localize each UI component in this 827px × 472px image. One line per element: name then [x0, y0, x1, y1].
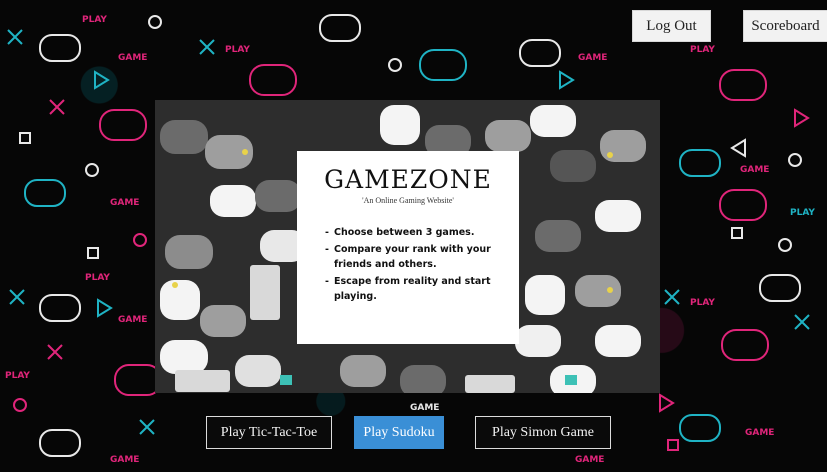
game-sticker: GAME: [118, 53, 147, 63]
gamepad-icon: [210, 185, 256, 217]
gamepad-icon: [595, 200, 641, 232]
game-sticker: GAME: [410, 403, 439, 413]
triangle-icon: [559, 70, 575, 90]
gamepad-icon: [255, 180, 301, 212]
logout-button[interactable]: Log Out: [632, 10, 711, 42]
gamepad-icon: [235, 355, 281, 387]
gamepad-icon: [485, 120, 531, 152]
play-sticker: PLAY: [85, 273, 110, 283]
game-sticker: GAME: [110, 455, 139, 465]
gamepad-icon: [200, 305, 246, 337]
gamepad-icon: [39, 429, 81, 457]
play-sticker: PLAY: [225, 45, 250, 55]
gamepad-icon: [165, 235, 213, 269]
game-sticker: GAME: [118, 315, 147, 325]
triangle-icon: [94, 70, 110, 90]
gamepad-icon: [340, 355, 386, 387]
gamepad-icon: [679, 414, 721, 442]
triangle-icon: [794, 108, 810, 128]
gamepad-icon: [530, 105, 576, 137]
gamepad-icon: [419, 49, 467, 81]
game-sticker: GAME: [575, 455, 604, 465]
gamepad-icon: [719, 69, 767, 101]
cross-icon: [139, 419, 155, 435]
gamepad-icon: [249, 64, 297, 96]
play-sticker: PLAY: [82, 15, 107, 25]
cross-icon: [7, 29, 23, 45]
circle-icon: [778, 238, 792, 252]
gamepad-icon: [160, 280, 200, 320]
game-sticker: GAME: [740, 165, 769, 175]
gamepad-icon: [535, 220, 581, 252]
gamepad-icon: [24, 179, 66, 207]
cross-icon: [49, 99, 65, 115]
retro-controller: [175, 370, 230, 392]
gamepad-icon: [525, 275, 565, 315]
gamepad-icon: [400, 365, 446, 393]
feature-list: Choose between 3 games. Compare your ran…: [325, 225, 519, 304]
circle-icon: [133, 233, 147, 247]
square-icon: [19, 132, 31, 144]
feature-item: Choose between 3 games.: [325, 225, 519, 240]
play-simon-button[interactable]: Play Simon Game: [475, 416, 611, 449]
circle-icon: [388, 58, 402, 72]
triangle-icon: [659, 393, 675, 413]
play-sticker: PLAY: [790, 208, 815, 218]
gamepad-icon: [39, 34, 81, 62]
gamepad-icon: [721, 329, 769, 361]
play-sticker: PLAY: [690, 45, 715, 55]
gamepad-icon: [600, 130, 646, 162]
gamepad-icon: [319, 14, 361, 42]
cross-icon: [47, 344, 63, 360]
gamepad-icon: [99, 109, 147, 141]
retro-controller: [465, 375, 515, 393]
scoreboard-button[interactable]: Scoreboard: [743, 10, 827, 42]
play-tictactoe-button[interactable]: Play Tic-Tac-Toe: [206, 416, 332, 449]
cross-icon: [664, 289, 680, 305]
gamepad-icon: [39, 294, 81, 322]
retro-controller: [250, 265, 280, 320]
gamepad-icon: [550, 150, 596, 182]
cross-icon: [9, 289, 25, 305]
gamepad-icon: [575, 275, 621, 307]
play-sticker: PLAY: [690, 298, 715, 308]
feature-item: Escape from reality and start playing.: [325, 274, 519, 304]
cross-icon: [199, 39, 215, 55]
circle-icon: [85, 163, 99, 177]
play-sudoku-button[interactable]: Play Sudoku: [354, 416, 444, 449]
game-sticker: GAME: [578, 53, 607, 63]
play-sticker: PLAY: [5, 371, 30, 381]
circle-icon: [13, 398, 27, 412]
triangle-icon: [97, 298, 113, 318]
gamepad-icon: [519, 39, 561, 67]
feature-item: Compare your rank with your friends and …: [325, 242, 519, 272]
gamepad-icon: [595, 325, 641, 357]
gamepad-icon: [719, 189, 767, 221]
gamepad-icon: [679, 149, 721, 177]
circle-icon: [148, 15, 162, 29]
circle-icon: [788, 153, 802, 167]
triangle-icon: [730, 138, 746, 158]
square-icon: [731, 227, 743, 239]
intro-card: GAMEZONE 'An Online Gaming Website' Choo…: [297, 151, 519, 344]
gamepad-icon: [759, 274, 801, 302]
game-sticker: GAME: [745, 428, 774, 438]
gamepad-icon: [380, 105, 420, 145]
site-subtitle: 'An Online Gaming Website': [362, 196, 454, 205]
cross-icon: [794, 314, 810, 330]
game-sticker: GAME: [110, 198, 139, 208]
gamepad-icon: [160, 340, 208, 374]
square-icon: [667, 439, 679, 451]
square-icon: [87, 247, 99, 259]
site-title: GAMEZONE: [324, 165, 492, 194]
gamepad-icon: [515, 325, 561, 357]
gamepad-icon: [160, 120, 208, 154]
